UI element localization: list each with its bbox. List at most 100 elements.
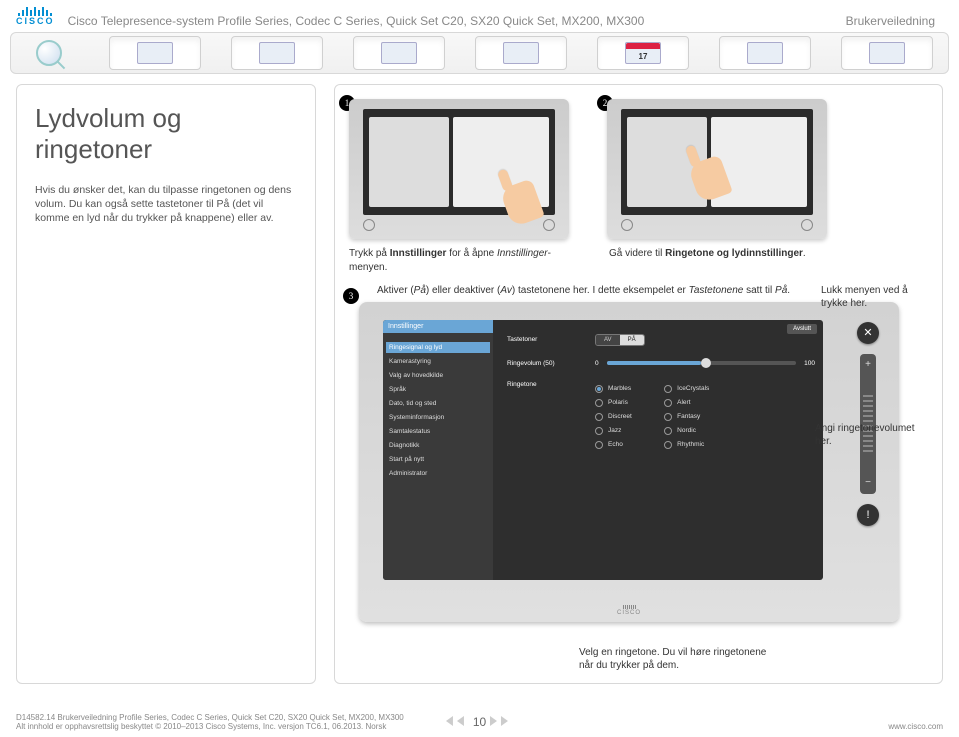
close-button[interactable]: Avslutt [787, 324, 817, 334]
step-badge-3: 3 [343, 288, 359, 304]
chevron-right-icon[interactable] [490, 716, 497, 726]
sidebar-item[interactable]: Valg av hovedkilde [389, 372, 487, 379]
toggle-off[interactable]: AV [596, 335, 620, 345]
search-slot[interactable] [19, 36, 79, 70]
nav-slot-2[interactable] [231, 36, 323, 70]
volume-row: Ringevolum (50) 0 100 [507, 360, 815, 367]
monitor-icon [137, 42, 173, 64]
nav-slot-7[interactable] [841, 36, 933, 70]
monitor-icon [747, 42, 783, 64]
plus-icon: + [865, 360, 871, 370]
radio-icon [664, 385, 672, 393]
radio-icon [595, 441, 603, 449]
sidebar-item[interactable]: Dato, tid og sted [389, 400, 487, 407]
search-icon [36, 40, 62, 66]
cisco-word: CISCO [16, 16, 55, 26]
info-icon [363, 219, 375, 231]
sidebar-item[interactable]: Kamerastyring [389, 358, 487, 365]
ringtone-label: Ringetone [507, 381, 587, 388]
cisco-logo: CISCO [16, 6, 55, 26]
radio-icon [664, 427, 672, 435]
chevron-left-icon[interactable] [445, 716, 452, 726]
radio-icon [664, 399, 672, 407]
annotation-close-menu: Lukk menyen ved å trykke her. [821, 284, 911, 310]
nav-slot-1[interactable] [109, 36, 201, 70]
settings-main: Avslutt Tastetoner AV PÅ Ringevolum (50)… [493, 320, 823, 580]
nav-slot-3[interactable] [353, 36, 445, 70]
annotation-set-volume: Angi ringetonevolumet her. [815, 422, 925, 448]
volume-min: 0 [595, 360, 599, 367]
ringtone-option[interactable]: Polaris [595, 399, 640, 407]
main-content: Lydvolum og ringetoner Hvis du ønsker de… [16, 84, 943, 684]
alert-button[interactable]: ! [857, 504, 879, 526]
settings-screen: Innstillinger Ringesignal og lyd Kameras… [383, 320, 823, 580]
volume-slider[interactable] [607, 361, 797, 365]
monitor-icon [381, 42, 417, 64]
radio-icon [664, 413, 672, 421]
settings-header: Innstillinger [383, 320, 493, 333]
step2-column: 2 [607, 99, 827, 239]
ringtone-option[interactable]: Discreet [595, 413, 640, 421]
footer-copyright: D14582.14 Brukerveiledning Profile Serie… [16, 713, 404, 731]
touchpanel-step1 [349, 99, 569, 239]
ringtone-option[interactable]: Marbles [595, 385, 640, 393]
caption-step2: Gå videre til Ringetone og lydinnstillin… [609, 247, 829, 274]
radio-icon [664, 441, 672, 449]
chevron-left-icon[interactable] [456, 716, 463, 726]
calendar-day: 17 [639, 52, 648, 61]
sidebar-item-active[interactable]: Ringesignal og lyd [386, 342, 490, 353]
caption-step3: Aktiver (På) eller deaktiver (Av) tastet… [377, 284, 797, 298]
ringtone-grid: Marbles IceCrystals Polaris Alert Discre… [595, 385, 709, 449]
monitor-icon [259, 42, 295, 64]
keytones-row: Tastetoner AV PÅ [507, 334, 815, 346]
footer-url[interactable]: www.cisco.com [888, 722, 943, 731]
intro-panel: Lydvolum og ringetoner Hvis du ønsker de… [16, 84, 316, 684]
mic-mute-icon: ✕ [863, 326, 872, 339]
step1-column: 1 [349, 99, 569, 239]
ringtone-option[interactable]: Echo [595, 441, 640, 449]
ringtone-option[interactable]: Nordic [664, 427, 709, 435]
mute-button[interactable]: ✕ [857, 322, 879, 344]
ringtone-option[interactable]: Rhythmic [664, 441, 709, 449]
page-number: 10 [473, 715, 486, 729]
alert-icon: ! [866, 509, 869, 521]
page-title: Lydvolum og ringetoner [35, 103, 297, 165]
settings-sidebar: Innstillinger Ringesignal og lyd Kameras… [383, 320, 493, 580]
product-line: Cisco Telepresence-system Profile Series… [68, 6, 645, 28]
page-arrows [490, 716, 508, 726]
page-arrows [445, 716, 463, 726]
ringtone-row: Ringetone Marbles IceCrystals Polaris Al… [507, 381, 815, 449]
page-header: CISCO Cisco Telepresence-system Profile … [0, 0, 959, 28]
volume-label: Ringevolum (50) [507, 360, 587, 367]
toggle-on[interactable]: PÅ [620, 335, 644, 345]
touchpanel-step3: Innstillinger Ringesignal og lyd Kameras… [359, 302, 899, 622]
sidebar-item[interactable]: Diagnotikk [389, 442, 487, 449]
nav-slot-4[interactable] [475, 36, 567, 70]
radio-icon [595, 399, 603, 407]
ringtone-option[interactable]: Fantasy [664, 413, 709, 421]
chevron-right-icon[interactable] [501, 716, 508, 726]
monitor-icon [503, 42, 539, 64]
sidebar-item[interactable]: Språk [389, 386, 487, 393]
keytones-toggle[interactable]: AV PÅ [595, 334, 645, 346]
sidebar-item[interactable]: Systeminformasjon [389, 414, 487, 421]
ringtone-option[interactable]: Alert [664, 399, 709, 407]
chapter-nav-strip: 17 [10, 32, 949, 74]
radio-icon [595, 413, 603, 421]
panel-brand-foot: CISCO [617, 605, 641, 616]
ringtone-option[interactable]: IceCrystals [664, 385, 709, 393]
nav-slot-6[interactable] [719, 36, 811, 70]
keytones-label: Tastetoner [507, 336, 587, 343]
page-footer: D14582.14 Brukerveiledning Profile Serie… [16, 713, 943, 731]
ringtone-option[interactable]: Jazz [595, 427, 640, 435]
radio-icon [595, 427, 603, 435]
radio-icon [595, 385, 603, 393]
calendar-icon: 17 [625, 42, 661, 64]
nav-slot-calendar[interactable]: 17 [597, 36, 689, 70]
sidebar-item[interactable]: Start på nytt [389, 456, 487, 463]
footer-line1: D14582.14 Brukerveiledning Profile Serie… [16, 713, 404, 722]
sidebar-item[interactable]: Samtalestatus [389, 428, 487, 435]
sidebar-item[interactable]: Administrator [389, 470, 487, 477]
volume-thumb[interactable] [701, 358, 711, 368]
annotation-pick-ringtone: Velg en ringetone. Du vil høre ringetone… [579, 646, 779, 672]
